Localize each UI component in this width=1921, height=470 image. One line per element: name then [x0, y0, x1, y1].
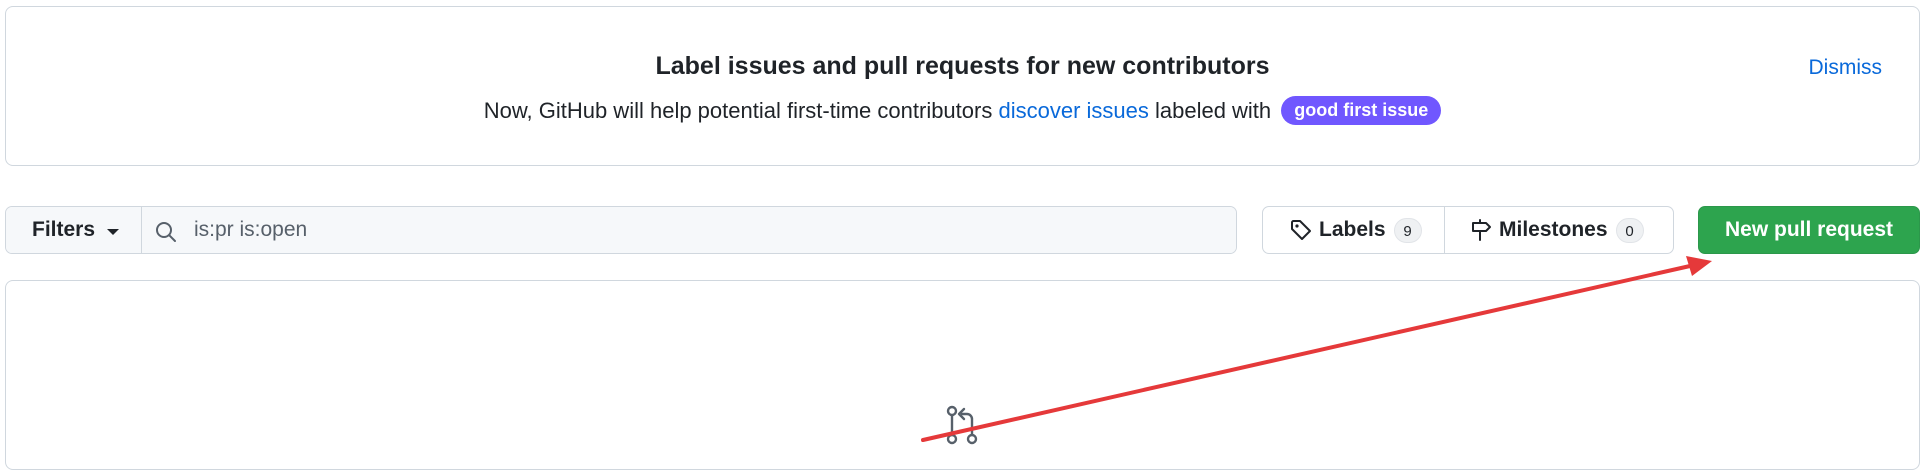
search-box [142, 207, 1236, 253]
git-pull-request-icon [946, 405, 978, 445]
caret-down-icon [107, 228, 120, 235]
search-input[interactable] [142, 207, 1236, 253]
milestones-button[interactable]: Milestones 0 [1445, 207, 1673, 253]
search-icon [156, 222, 176, 242]
tag-icon [1291, 220, 1311, 240]
banner-title: Label issues and pull requests for new c… [655, 52, 1270, 80]
milestones-label: Milestones [1499, 218, 1608, 241]
banner-desc-prefix: Now, GitHub will help potential first-ti… [483, 98, 999, 123]
good-first-issue-label: good first issue [1281, 96, 1442, 125]
discover-issues-link[interactable]: discover issues [998, 98, 1148, 123]
labels-milestones-group: Labels 9 Milestones 0 [1262, 206, 1674, 254]
milestones-count-badge: 0 [1615, 217, 1644, 243]
labels-label: Labels [1319, 218, 1386, 241]
dismiss-link[interactable]: Dismiss [1809, 56, 1883, 80]
banner-desc-middle: labeled with [1148, 98, 1278, 123]
milestone-icon [1472, 219, 1491, 241]
labels-button[interactable]: Labels 9 [1263, 207, 1445, 253]
new-contributors-banner: Label issues and pull requests for new c… [5, 6, 1920, 166]
new-pull-request-button[interactable]: New pull request [1698, 206, 1920, 254]
filters-label: Filters [32, 218, 96, 241]
filters-button[interactable]: Filters [6, 207, 142, 253]
labels-count-badge: 9 [1393, 217, 1422, 243]
banner-description: Now, GitHub will help potential first-ti… [6, 96, 1919, 125]
filter-search-group: Filters [5, 206, 1237, 254]
